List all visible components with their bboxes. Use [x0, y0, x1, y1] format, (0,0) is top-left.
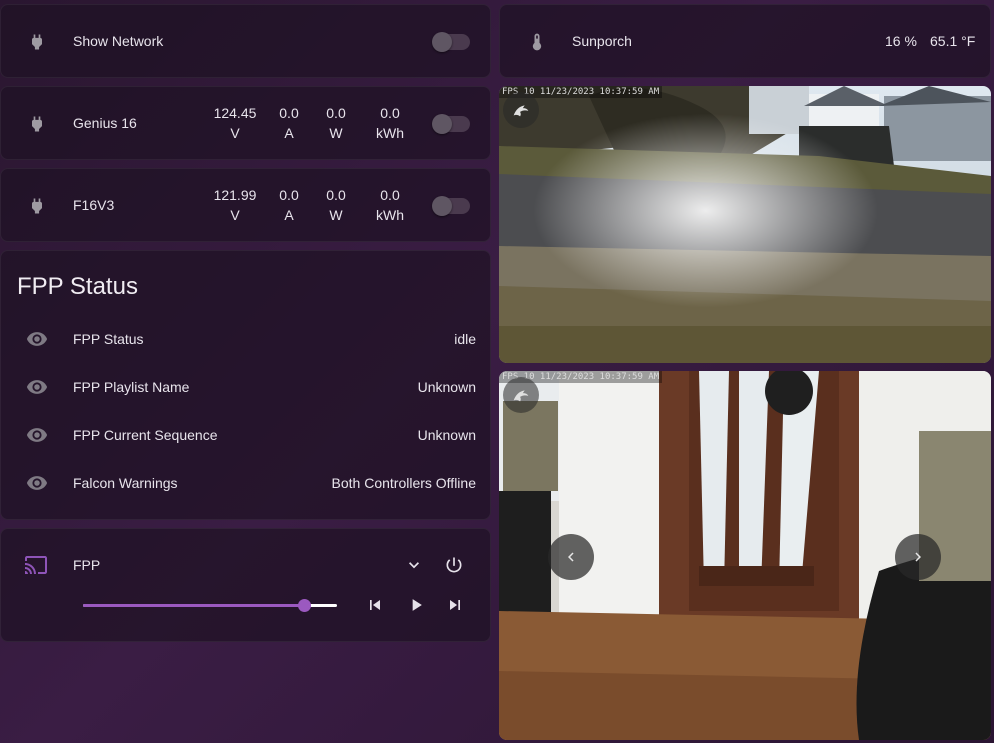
entity-name: Sunporch — [572, 33, 632, 49]
media-player-card: FPP — [0, 528, 491, 642]
current-unit: A — [284, 207, 294, 223]
chevron-right-icon — [915, 552, 921, 562]
entity-state: Both Controllers Offline — [331, 475, 476, 491]
camera-feed-driveway[interactable]: FPS 10 11/23/2023 10:37:59 AM — [499, 86, 991, 363]
current-value: 0.0 — [279, 105, 299, 121]
eye-icon — [25, 375, 49, 399]
entity-state: idle — [454, 331, 476, 347]
voltage-unit: V — [230, 207, 240, 223]
power-icon[interactable] — [442, 553, 466, 577]
energy-unit: kWh — [376, 125, 404, 141]
voltage-reading: 121.99 V — [213, 185, 257, 225]
toggle-knob — [432, 114, 452, 134]
camera-logo-icon — [503, 377, 539, 413]
energy-reading: 0.0 kWh — [368, 103, 412, 143]
carousel-next-button[interactable] — [895, 534, 941, 580]
entity-row[interactable]: FPP Current Sequence Unknown — [1, 419, 492, 451]
skip-previous-icon[interactable] — [363, 593, 387, 617]
entity-name: FPP Status — [73, 331, 144, 347]
temperature-value: 65.1 °F — [930, 33, 976, 49]
toggle-knob — [432, 32, 452, 52]
entity-name: F16V3 — [73, 197, 115, 213]
sunporch-card: Sunporch 16 % 65.1 °F — [499, 4, 991, 78]
entity-name: FPP Current Sequence — [73, 427, 218, 443]
energy-value: 0.0 — [380, 105, 400, 121]
chevron-down-icon[interactable] — [402, 553, 426, 577]
media-player-name: FPP — [73, 557, 101, 573]
entity-row[interactable]: Falcon Warnings Both Controllers Offline — [1, 467, 492, 499]
voltage-unit: V — [230, 125, 240, 141]
power-plug-icon — [25, 194, 49, 218]
humidity-value: 16 % — [885, 33, 917, 49]
current-reading: 0.0 A — [267, 103, 311, 143]
current-value: 0.0 — [279, 187, 299, 203]
f16v3-toggle[interactable] — [432, 196, 470, 216]
volume-fill — [83, 604, 304, 607]
power-plug-icon — [25, 112, 49, 136]
entity-name: Show Network — [73, 33, 164, 49]
volume-handle[interactable] — [298, 599, 311, 612]
skip-next-icon[interactable] — [443, 593, 467, 617]
camera-logo-icon — [503, 92, 539, 128]
energy-unit: kWh — [376, 207, 404, 223]
show-network-toggle[interactable] — [432, 32, 470, 52]
card-title: FPP Status — [17, 273, 138, 300]
genius16-card: Genius 16 124.45 V 0.0 A 0.0 W 0.0 kWh — [0, 86, 491, 160]
carousel-prev-button[interactable] — [548, 534, 594, 580]
entity-name: FPP Playlist Name — [73, 379, 190, 395]
power-reading: 0.0 W — [314, 185, 358, 225]
camera-image — [499, 86, 991, 363]
energy-value: 0.0 — [380, 187, 400, 203]
camera-feed-sunporch[interactable]: FPS 10 11/23/2023 10:37:59 AM — [499, 371, 991, 740]
voltage-reading: 124.45 V — [213, 103, 257, 143]
cast-icon — [24, 553, 48, 577]
entity-name: Falcon Warnings — [73, 475, 178, 491]
entity-row[interactable]: FPP Playlist Name Unknown — [1, 371, 492, 403]
fpp-status-card: FPP Status FPP Status idle FPP Playlist … — [0, 250, 491, 520]
entity-state: Unknown — [417, 427, 476, 443]
eye-icon — [25, 327, 49, 351]
eye-icon — [25, 471, 49, 495]
show-network-card: Show Network — [0, 4, 491, 78]
f16v3-card: F16V3 121.99 V 0.0 A 0.0 W 0.0 kWh — [0, 168, 491, 242]
thermometer-icon — [525, 30, 549, 54]
genius16-toggle[interactable] — [432, 114, 470, 134]
eye-icon — [25, 423, 49, 447]
volume-slider[interactable] — [83, 595, 337, 615]
entity-state: Unknown — [417, 379, 476, 395]
current-reading: 0.0 A — [267, 185, 311, 225]
power-plug-icon — [25, 30, 49, 54]
entity-name: Genius 16 — [73, 115, 137, 131]
chevron-left-icon — [568, 552, 574, 562]
voltage-value: 121.99 — [213, 187, 257, 203]
energy-reading: 0.0 kWh — [368, 185, 412, 225]
voltage-value: 124.45 — [213, 105, 257, 121]
power-value: 0.0 — [326, 105, 346, 121]
toggle-knob — [432, 196, 452, 216]
entity-row[interactable]: FPP Status idle — [1, 323, 492, 355]
power-unit: W — [329, 125, 343, 141]
current-unit: A — [284, 125, 294, 141]
power-unit: W — [329, 207, 343, 223]
power-value: 0.0 — [326, 187, 346, 203]
play-icon[interactable] — [404, 593, 428, 617]
power-reading: 0.0 W — [314, 103, 358, 143]
